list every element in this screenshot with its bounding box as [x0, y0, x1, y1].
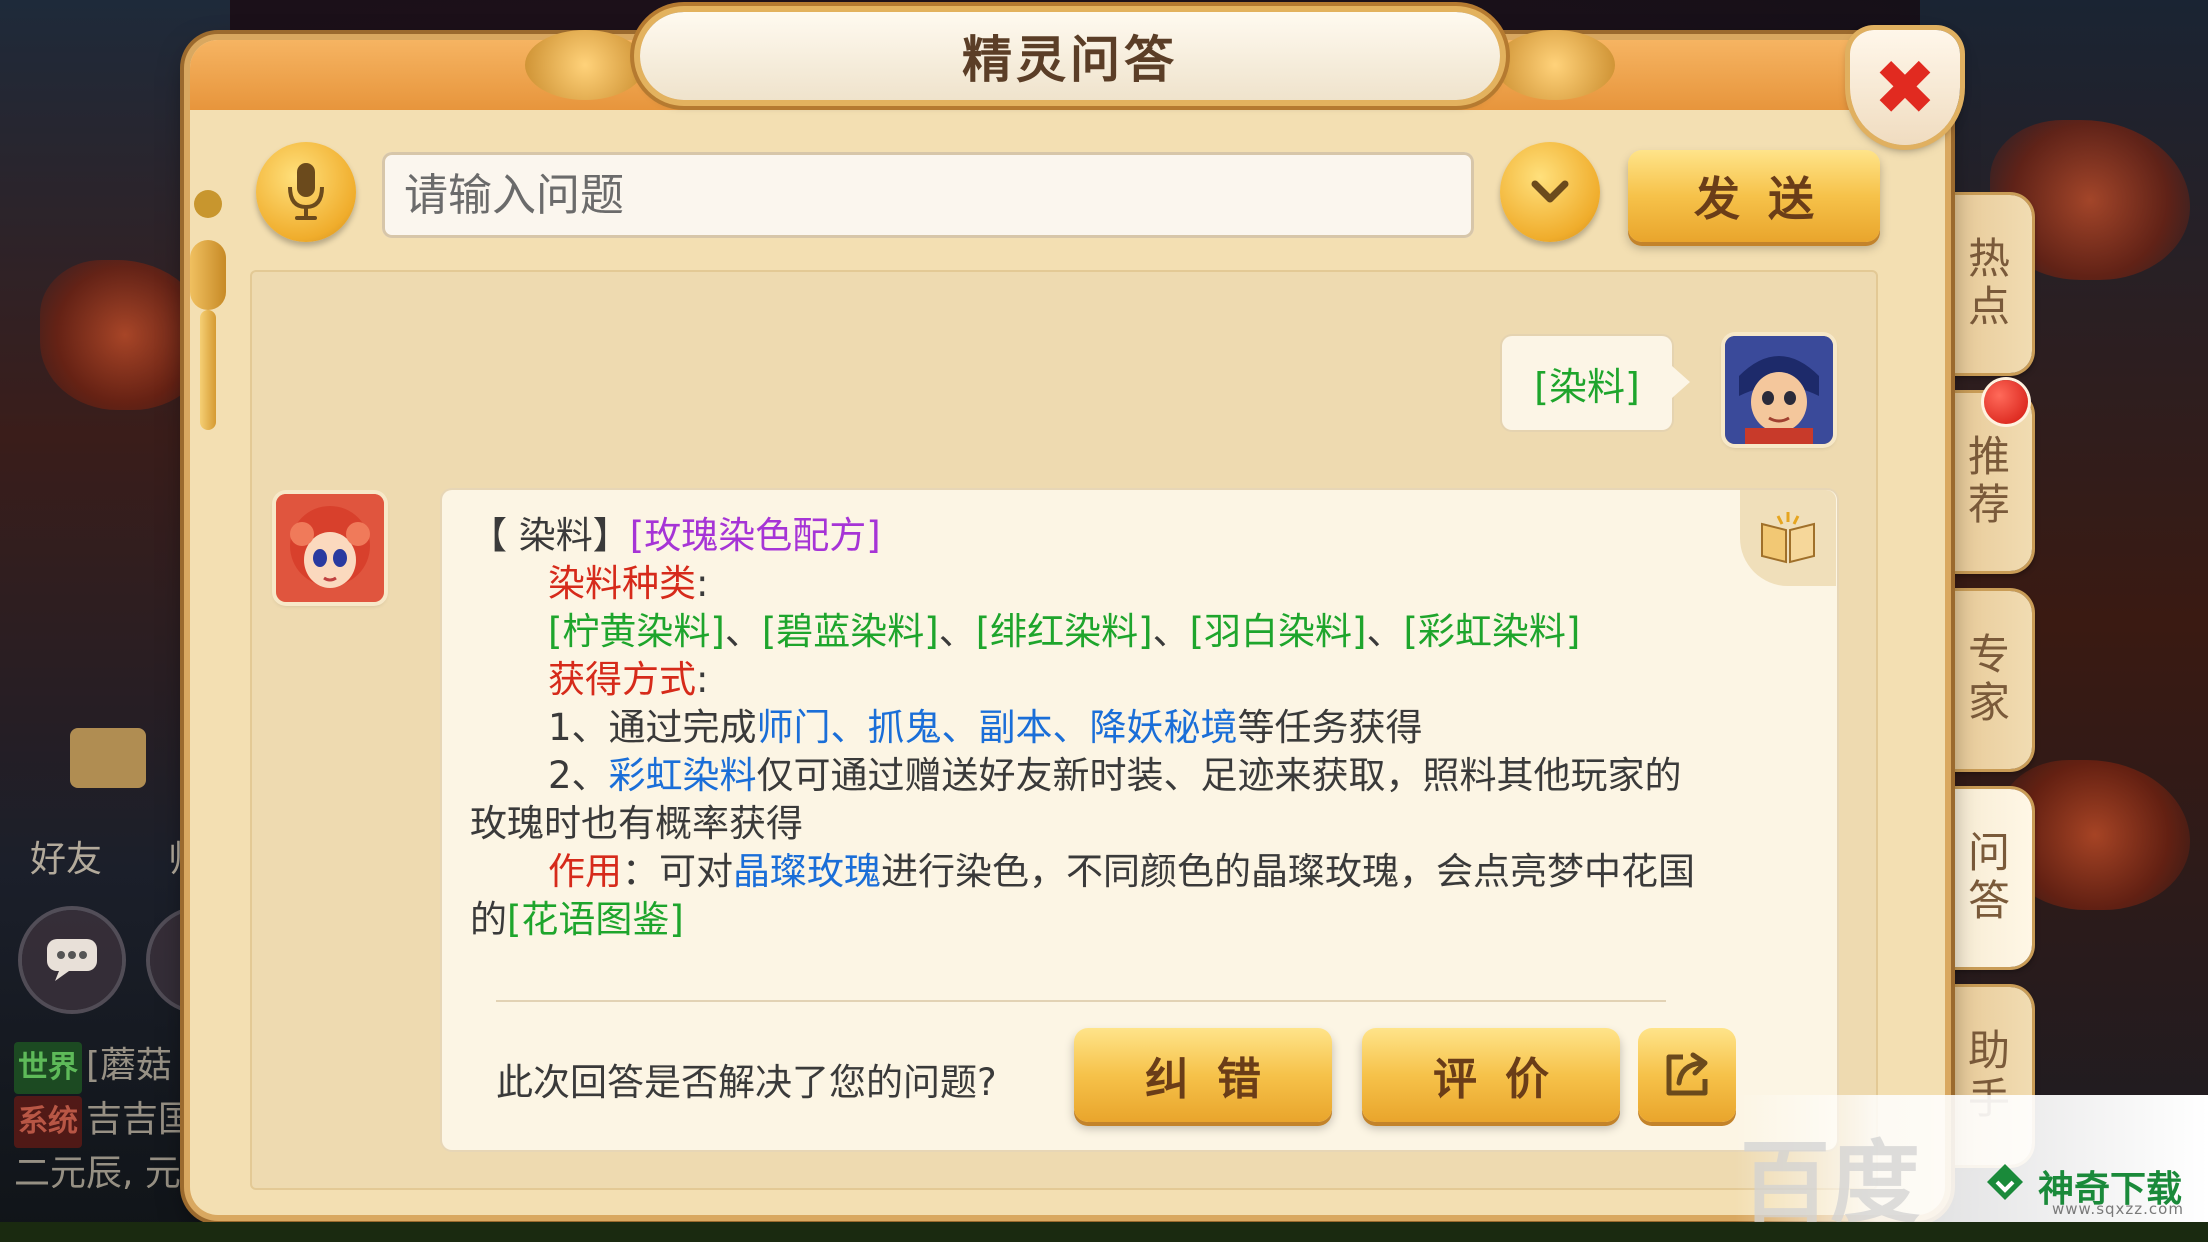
effect-prefix: 可对: [659, 850, 733, 893]
question-input[interactable]: [382, 152, 1474, 238]
separator: 、: [938, 610, 976, 653]
history-dropdown-button[interactable]: [1500, 142, 1600, 242]
separator: 、: [1052, 706, 1090, 749]
dye-link-red[interactable]: [绯红染料]: [976, 610, 1153, 653]
dye-link-blue[interactable]: [碧蓝染料]: [762, 610, 939, 653]
chat-bubble-icon: [47, 939, 97, 981]
task-link-fuben[interactable]: 副本: [979, 706, 1053, 749]
effect-text: 进行染色，不同颜色的晶璨玫瑰，会点亮梦中花国: [881, 850, 1695, 893]
microphone-icon: [288, 163, 324, 220]
npc-avatar: [276, 494, 384, 602]
tab-label: 推荐: [1961, 434, 2011, 530]
male-character-avatar: [1725, 336, 1833, 444]
bottom-strip: [0, 1222, 2208, 1242]
baidu-watermark: 百度: [1740, 1131, 1920, 1236]
method1-line: 1、通过完成师门、抓鬼、副本、降妖秘境等任务获得: [548, 704, 1423, 752]
method2-continued-line: 玫瑰时也有概率获得: [470, 800, 803, 848]
tab-expert[interactable]: 专家: [1940, 591, 2032, 769]
separator: 、: [941, 706, 979, 749]
mail-icon[interactable]: [70, 728, 146, 788]
dye-link-white[interactable]: [羽白染料]: [1190, 610, 1367, 653]
method2-text: 仅可通过赠送好友新时装、足迹来获取，照料其他玩家的: [756, 754, 1682, 797]
tassel-decoration: [190, 60, 226, 430]
notification-dot: [1984, 380, 2028, 424]
report-error-button[interactable]: 纠错: [1074, 1028, 1332, 1122]
method2-line: 2、彩虹染料仅可通过赠送好友新时装、足迹来获取，照料其他玩家的: [548, 752, 1682, 800]
separator: 、: [830, 706, 868, 749]
divider: [496, 1000, 1666, 1002]
effect-cont-prefix: 的: [470, 898, 507, 941]
tab-qa[interactable]: 问答: [1940, 789, 2032, 967]
scroll-ornament-right: [1495, 30, 1615, 100]
chat-tag-system: 系统: [14, 1096, 82, 1148]
separator: 、: [1366, 610, 1404, 653]
user-message-text: [染料]: [1534, 364, 1640, 409]
chat-bubble-button[interactable]: [22, 910, 122, 1010]
user-message-bubble[interactable]: [染料]: [1502, 336, 1690, 430]
book-icon[interactable]: [1740, 490, 1836, 586]
crystal-rose-link[interactable]: 晶璨玫瑰: [733, 850, 881, 893]
tab-label: 热点: [1961, 236, 2011, 332]
title-plate: 精灵问答: [640, 12, 1500, 100]
method1-suffix: 等任务获得: [1237, 706, 1423, 749]
task-link-zhuagui[interactable]: 抓鬼: [868, 706, 942, 749]
method2-cont: 玫瑰时也有概率获得: [470, 802, 803, 845]
chat-tag-world: 世界: [14, 1042, 82, 1094]
chevron-down-icon: [1531, 180, 1569, 203]
answer-title-line: 【 染料】[玫瑰染色配方]: [470, 512, 881, 560]
dye-types-heading: 染料种类: [548, 562, 696, 605]
female-character-avatar: [276, 494, 384, 602]
dye-link-rainbow[interactable]: [彩虹染料]: [1404, 610, 1581, 653]
effect-continued-line: 的[花语图鉴]: [470, 896, 684, 944]
url-watermark: www.sqxzz.com: [2052, 1200, 2184, 1218]
send-button[interactable]: 发送: [1628, 150, 1880, 242]
tab-label: 问答: [1961, 830, 2011, 926]
scroll-ornament-left: [525, 30, 645, 100]
friends-label[interactable]: 好友: [30, 830, 102, 882]
task-link-shimen[interactable]: 师门: [757, 706, 831, 749]
download-logo-icon: [1985, 1162, 2025, 1202]
flower-guide-link[interactable]: [花语图鉴]: [507, 898, 684, 941]
separator: 、: [724, 610, 762, 653]
dye-types-line: [柠黄染料]、[碧蓝染料]、[绯红染料]、[羽白染料]、[彩虹染料]: [548, 608, 1580, 656]
rate-button[interactable]: 评价: [1362, 1028, 1620, 1122]
user-avatar: [1725, 336, 1833, 444]
colon: :: [696, 658, 709, 701]
tab-label: 专家: [1961, 632, 2011, 728]
chat-text: 二元辰, 元: [14, 1153, 181, 1194]
obtain-heading: 获得方式: [548, 658, 696, 701]
share-icon: [1666, 1052, 1708, 1096]
voice-input-button[interactable]: [256, 142, 356, 242]
feedback-question: 此次回答是否解决了您的问题?: [496, 1061, 997, 1104]
effect-line: 作用：可对晶璨玫瑰进行染色，不同颜色的晶璨玫瑰，会点亮梦中花国: [548, 848, 1695, 896]
method1-prefix: 1、通过完成: [548, 706, 757, 749]
rainbow-dye-link[interactable]: 彩虹染料: [609, 754, 757, 797]
obtain-heading-line: 获得方式:: [548, 656, 708, 704]
close-x-icon: ✖: [1873, 42, 1937, 132]
answer-category: 【 染料】: [470, 514, 630, 557]
open-book-icon: [1761, 512, 1815, 564]
dye-link-yellow[interactable]: [柠黄染料]: [548, 610, 725, 653]
colon: :: [696, 562, 709, 605]
share-button[interactable]: [1638, 1028, 1736, 1122]
chat-text: 吉吉国: [86, 1099, 195, 1140]
effect-heading: 作用: [548, 850, 622, 893]
panel-title: 精灵问答: [962, 31, 1178, 89]
chat-text: [蘑菇: [86, 1045, 173, 1086]
separator: 、: [1152, 610, 1190, 653]
dye-types-heading-line: 染料种类:: [548, 560, 708, 608]
recipe-link[interactable]: [玫瑰染色配方]: [630, 514, 881, 557]
method2-prefix: 2、: [548, 754, 609, 797]
close-button[interactable]: ✖: [1850, 30, 1960, 145]
task-link-secret-realm[interactable]: 降妖秘境: [1090, 706, 1238, 749]
colon: ：: [622, 850, 659, 893]
tab-hot[interactable]: 热点: [1940, 195, 2032, 373]
